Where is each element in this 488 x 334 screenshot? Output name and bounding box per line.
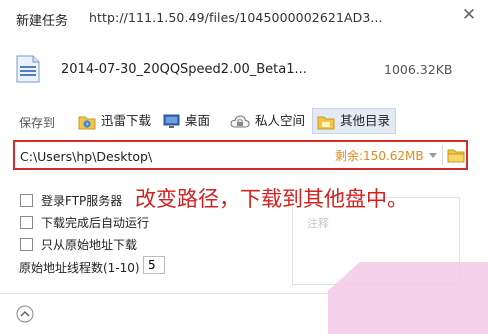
free-space-label: 剩余:150.62MB [335, 149, 424, 163]
location-thunder-download[interactable]: 迅雷下载 [73, 108, 157, 134]
divider [442, 145, 443, 165]
option-label: 登录FTP服务器 [41, 194, 123, 208]
checkbox[interactable] [20, 216, 33, 229]
option-auto-run[interactable]: 下载完成后自动运行 [20, 214, 149, 230]
folder-icon [317, 116, 335, 129]
desktop-icon [163, 114, 180, 128]
collapse-up-icon[interactable] [16, 305, 34, 323]
dialog-title: 新建任务 [16, 14, 69, 29]
threads-input[interactable] [143, 256, 165, 274]
chevron-down-icon[interactable] [426, 147, 440, 163]
location-desktop[interactable]: 桌面 [158, 108, 216, 134]
save-path-input[interactable] [20, 146, 320, 166]
cloud-icon [230, 114, 250, 127]
save-path-box: 剩余:150.62MB [13, 140, 468, 170]
close-icon[interactable]: ✕ [459, 5, 479, 25]
threads-label: 原始地址线程数(1-10) [19, 261, 140, 275]
checkbox[interactable] [20, 238, 33, 251]
browse-folder-icon[interactable] [446, 144, 466, 166]
file-size: 1006.32KB [384, 62, 453, 77]
option-label: 下载完成后自动运行 [41, 216, 150, 230]
location-label: 其他目录 [340, 113, 391, 128]
download-url: http://111.1.50.49/files/1045000002621AD… [89, 10, 383, 25]
checkbox[interactable] [20, 194, 33, 207]
save-to-label: 保存到 [19, 116, 56, 130]
location-other-directory[interactable]: 其他目录 [312, 108, 397, 134]
annotation-text: 改变路径，下载到其他盘中。 [135, 187, 408, 211]
option-original-only[interactable]: 只从原始地址下载 [20, 236, 137, 252]
location-label: 私人空间 [255, 113, 306, 128]
file-icon [16, 55, 40, 83]
decorative-overlay [328, 262, 488, 334]
file-name: 2014-07-30_20QQSpeed2.00_Beta1... [61, 62, 307, 77]
location-label: 迅雷下载 [101, 113, 152, 128]
location-private-space[interactable]: 私人空间 [225, 108, 311, 134]
option-ftp-login[interactable]: 登录FTP服务器 [20, 192, 122, 208]
location-label: 桌面 [185, 113, 211, 128]
note-placeholder: 注释 [307, 217, 329, 230]
thunder-folder-icon [78, 116, 96, 129]
option-label: 只从原始地址下载 [41, 238, 138, 252]
